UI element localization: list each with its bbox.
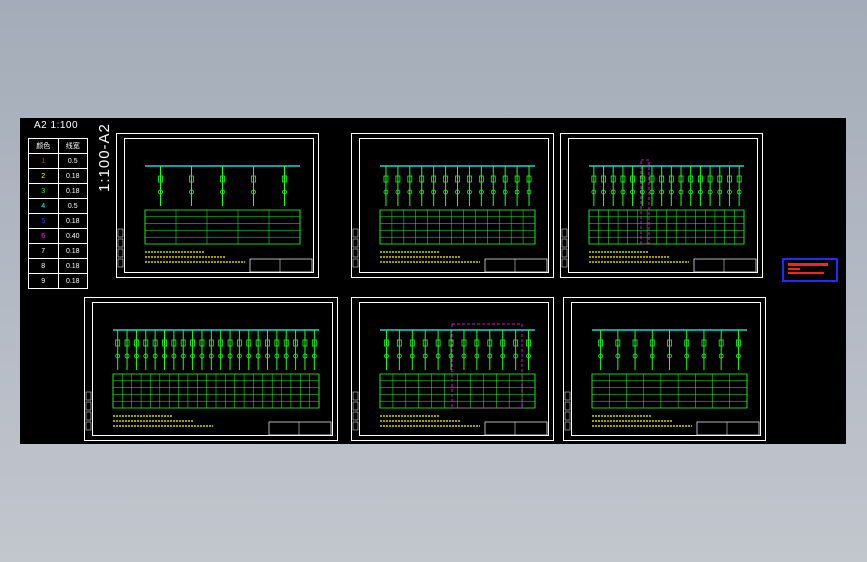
pen-number: 2 (28, 168, 59, 184)
pen-number: 4 (28, 198, 59, 214)
pen-width-table: 颜色 线宽 1 0.5 2 0.18 3 0.18 4 0.5 5 0.18 6 0.40 7 0.18 8… (28, 138, 88, 289)
single-line-diagram-4 (85, 329, 332, 436)
drawing-sheet-3[interactable] (560, 133, 763, 278)
pen-table-header-color: 颜色 (28, 138, 59, 154)
pen-table-header-width: 线宽 (57, 138, 88, 154)
pen-table-row: 9 0.18 (28, 273, 88, 289)
margin-box (117, 248, 124, 258)
pen-width: 0.18 (57, 168, 88, 184)
margin-box (561, 248, 568, 258)
single-line-diagram-3 (561, 159, 757, 273)
scale-label: A2 1:100 (34, 120, 79, 131)
title-block (693, 258, 757, 273)
margin-box (564, 391, 571, 401)
pen-table-row: 5 0.18 (28, 213, 88, 229)
margin-box (564, 411, 571, 421)
single-line-diagram-6 (564, 329, 760, 436)
pen-number: 3 (28, 183, 59, 199)
pen-table-row: 4 0.5 (28, 198, 88, 214)
margin-box (85, 411, 92, 421)
drawing-sheet-4[interactable] (84, 297, 338, 441)
margin-box (561, 238, 568, 248)
margin-box (85, 391, 92, 401)
margin-box (352, 411, 359, 421)
margin-box (352, 228, 359, 238)
pen-number: 7 (28, 243, 59, 259)
margin-box (117, 238, 124, 248)
margin-box (561, 228, 568, 238)
title-block (268, 421, 332, 436)
drawing-sheet-6[interactable] (563, 297, 766, 441)
rotated-scale-label: 1:100-A2 (96, 123, 113, 192)
pen-table-row: 3 0.18 (28, 183, 88, 199)
pen-number: 8 (28, 258, 59, 274)
margin-box (352, 238, 359, 248)
watermark-logo-graphic (788, 263, 828, 274)
margin-box (117, 258, 124, 268)
cad-model-space[interactable]: A2 1:100 1:100-A2 颜色 线宽 1 0.5 2 0.18 3 0.18 4 0… (20, 118, 846, 444)
margin-box (352, 421, 359, 431)
margin-box (352, 248, 359, 258)
pen-width: 0.18 (57, 243, 88, 259)
margin-box (352, 401, 359, 411)
margin-box (85, 421, 92, 431)
margin-box (564, 421, 571, 431)
single-line-diagram-2 (352, 165, 548, 273)
title-block (484, 421, 548, 436)
title-block (249, 258, 313, 273)
drawing-sheet-2[interactable] (351, 133, 554, 278)
data-table-frame (144, 209, 301, 245)
title-block (696, 421, 760, 436)
margin-box (352, 258, 359, 268)
pen-number: 9 (28, 273, 59, 289)
pen-table-row: 6 0.40 (28, 228, 88, 244)
margin-box (561, 258, 568, 268)
margin-box (117, 228, 124, 238)
pen-width: 0.18 (57, 183, 88, 199)
pen-table-row: 8 0.18 (28, 258, 88, 274)
drawing-sheet-1[interactable] (116, 133, 319, 278)
pen-number: 6 (28, 228, 59, 244)
data-table-frame (591, 373, 748, 409)
single-line-diagram-5 (352, 323, 548, 436)
pen-number: 1 (28, 153, 59, 169)
pen-width: 0.18 (57, 213, 88, 229)
pen-width: 0.18 (57, 273, 88, 289)
pen-width: 0.5 (57, 153, 88, 169)
watermark-logo (782, 258, 838, 282)
pen-width: 0.18 (57, 258, 88, 274)
pen-width: 0.5 (57, 198, 88, 214)
pen-table-row: 2 0.18 (28, 168, 88, 184)
margin-box (85, 401, 92, 411)
pen-table-row: 7 0.18 (28, 243, 88, 259)
pen-table-row: 1 0.5 (28, 153, 88, 169)
cabinet-outline (451, 323, 523, 409)
margin-box (352, 391, 359, 401)
pen-width: 0.40 (57, 228, 88, 244)
single-line-diagram-1 (117, 165, 313, 273)
data-table-frame (379, 209, 536, 245)
drawing-sheet-5[interactable] (351, 297, 554, 441)
title-block (484, 258, 548, 273)
pen-number: 5 (28, 213, 59, 229)
margin-box (564, 401, 571, 411)
